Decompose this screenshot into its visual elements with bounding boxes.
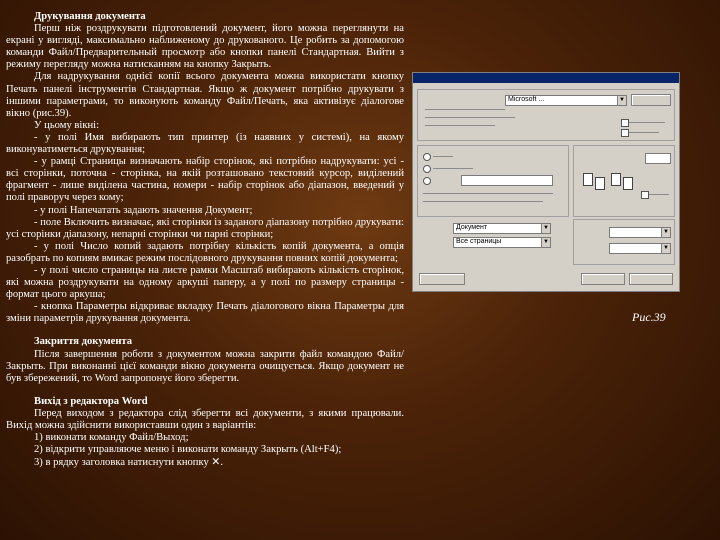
page-icon — [595, 177, 605, 190]
figure-caption: Рис.39 — [632, 310, 666, 324]
cancel-button[interactable] — [629, 273, 673, 285]
duplex-checkbox[interactable] — [621, 129, 629, 137]
list-item: - кнопка Параметры відкриває вкладку Печ… — [6, 301, 404, 325]
document-text: Друкування документа Перш ніж роздрукува… — [6, 10, 404, 469]
label-line — [629, 122, 665, 123]
paragraph: Для надрукування однієї копії всього док… — [6, 71, 404, 119]
print-what-value: Документ — [456, 224, 488, 231]
label-line — [423, 201, 543, 202]
include-field[interactable]: Все страницы ▼ — [453, 237, 551, 248]
list-item: 1) виконати команду Файл/Выход; — [34, 432, 189, 444]
print-dialog-figure: Microsoft ... ▼ Документ ▼ Все страницы … — [412, 72, 680, 292]
all-pages-radio[interactable] — [423, 153, 431, 161]
chevron-down-icon: ▼ — [617, 96, 626, 105]
label-line — [425, 125, 495, 126]
print-what-field[interactable]: Документ ▼ — [453, 223, 551, 234]
printer-name-value: Microsoft ... — [508, 96, 545, 103]
current-page-radio[interactable] — [423, 165, 431, 173]
ok-button[interactable] — [581, 273, 625, 285]
list-item: - у полі Число копий задають потрібну кі… — [6, 240, 404, 264]
scale-to-paper-field[interactable]: ▼ — [609, 243, 671, 254]
chevron-down-icon: ▼ — [661, 228, 670, 237]
label-line — [423, 193, 553, 194]
printer-name-field[interactable]: Microsoft ... ▼ — [505, 95, 627, 106]
dialog-titlebar — [413, 73, 679, 83]
slide: Друкування документа Перш ніж роздрукува… — [0, 0, 720, 540]
pages-per-sheet-field[interactable]: ▼ — [609, 227, 671, 238]
label-line — [433, 156, 453, 157]
page-icon — [583, 173, 593, 186]
list-item: 2) відкрити управляюче меню і виконати к… — [34, 444, 342, 456]
heading-close: Закриття документа — [34, 336, 133, 348]
page-icon — [611, 173, 621, 186]
chevron-down-icon: ▼ — [661, 244, 670, 253]
list-item: - поле Включить визначає, які сторінки і… — [6, 216, 404, 240]
label-line — [425, 109, 505, 110]
zoom-group — [573, 219, 675, 265]
chevron-down-icon: ▼ — [541, 238, 550, 247]
list-item: - у полі Напечатать задають значення Док… — [34, 204, 253, 216]
label-line — [433, 168, 473, 169]
copies-count-field[interactable] — [645, 153, 671, 164]
chevron-down-icon: ▼ — [541, 224, 550, 233]
page-range-field[interactable] — [461, 175, 553, 186]
paragraph: Перед виходом з редактора слід зберегти … — [6, 407, 404, 431]
print-to-file-checkbox[interactable] — [621, 119, 629, 127]
collate-checkbox[interactable] — [641, 191, 649, 199]
page-numbers-radio[interactable] — [423, 177, 431, 185]
paragraph: Після завершення роботи з документом мож… — [6, 348, 404, 384]
page-icon — [623, 177, 633, 190]
list-item: - у полі число страницы на листе рамки М… — [6, 264, 404, 301]
list-item: - у полі Имя вибирають тип принтер (із н… — [6, 131, 404, 156]
label-line — [425, 117, 515, 118]
heading-print: Друкування документа — [34, 11, 146, 22]
label-line — [649, 194, 669, 195]
include-value: Все страницы — [456, 238, 502, 245]
close-icon: ✕ — [211, 456, 221, 469]
heading-exit: Вихід з редактора Word — [34, 395, 148, 407]
list-item: - у рамці Страницы визначають набір стор… — [6, 156, 404, 204]
label-line — [629, 132, 659, 133]
options-button[interactable] — [419, 273, 465, 285]
properties-button[interactable] — [631, 94, 671, 106]
list-item: 3) в рядку заголовка натиснути кнопку ✕. — [34, 456, 223, 469]
paragraph: У цьому вікні: — [34, 119, 100, 131]
paragraph: Перш ніж роздрукувати підготовлений доку… — [6, 23, 404, 71]
